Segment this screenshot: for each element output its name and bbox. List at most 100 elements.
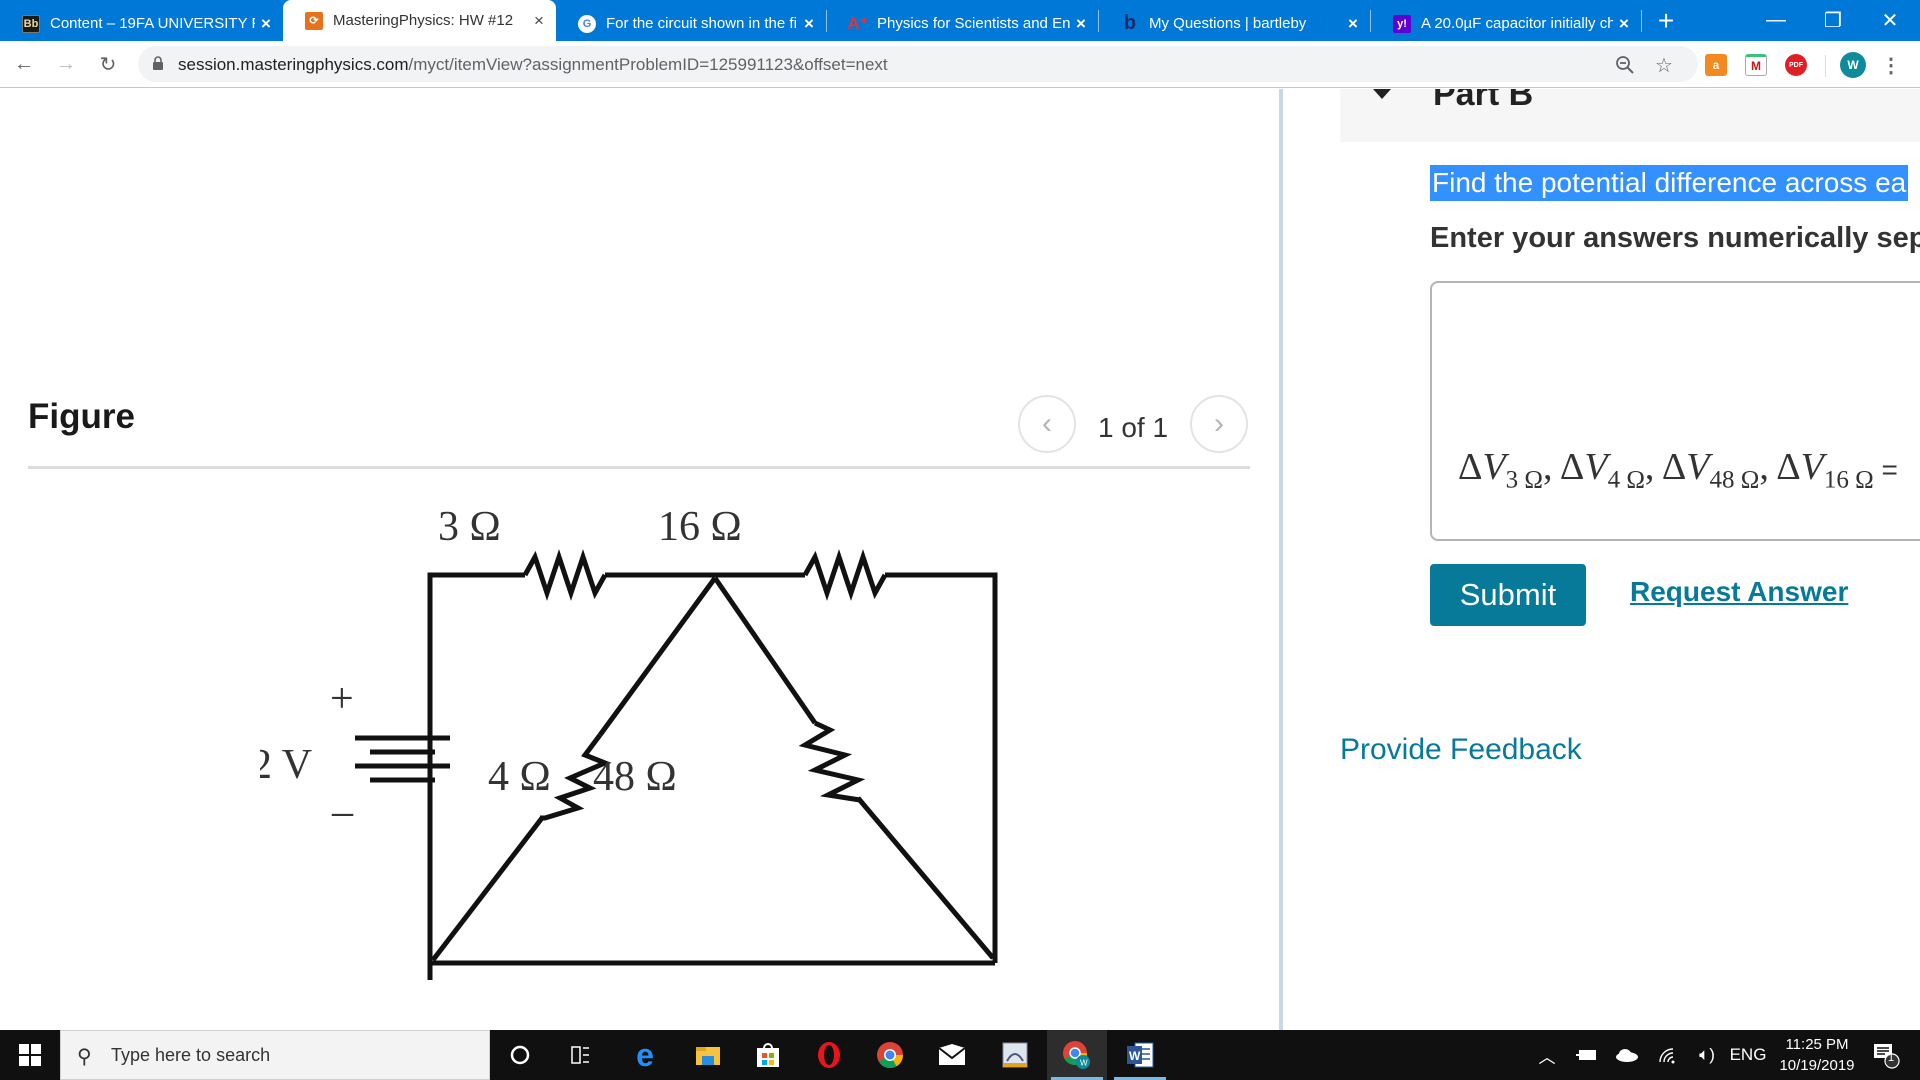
tab-google[interactable]: G For the circuit shown in the fi × [556,6,826,41]
bookmark-star-icon[interactable]: ☆ [1653,54,1675,77]
reload-button[interactable]: ↻ [94,50,122,78]
close-window-button[interactable]: ✕ [1862,0,1918,41]
mail-icon[interactable] [922,1030,982,1080]
lock-icon [153,56,163,70]
provide-feedback-link[interactable]: Provide Feedback [1340,733,1582,767]
address-bar[interactable]: session.masteringphysics.com/myct/itemVi… [138,46,1698,82]
tab-title: MasteringPhysics: HW #12 [333,12,514,29]
figure-pager-count: 1 of 1 [1098,412,1169,443]
figure-title: Figure [28,397,135,436]
url-text[interactable]: session.masteringphysics.com/myct/itemVi… [178,55,888,75]
chevron-left-icon: ‹ [1042,407,1052,440]
search-placeholder: Type here to search [111,1045,271,1065]
resistor-3-ohm [522,549,608,601]
request-answer-link[interactable]: Request Answer [1630,576,1848,608]
zoom-out-icon[interactable] [1614,54,1636,76]
close-tab-icon[interactable]: × [528,11,550,31]
show-hidden-icons-chevron[interactable]: ︿ [1532,1030,1562,1080]
restore-button[interactable]: ❐ [1805,0,1861,41]
search-icon: ⚲ [77,1046,92,1068]
close-tab-icon[interactable]: × [1342,14,1364,34]
separator: , [1543,446,1560,488]
part-b-header[interactable] [1340,89,1920,142]
browser-toolbar: ← → ↻ session.masteringphysics.com/myct/… [0,41,1920,88]
wire-top-right [885,572,998,963]
new-tab-button[interactable]: + [1641,0,1691,41]
tab-title: Physics for Scientists and Eng [877,15,1070,32]
tab-bartleby[interactable]: b My Questions | bartleby × [1099,6,1370,41]
delta-symbol: Δ [1559,446,1585,488]
notification-count: 1 [1888,1052,1895,1064]
variable-v: V [1584,446,1608,488]
file-explorer-icon[interactable] [678,1030,738,1080]
subscript-3-ohm: 3 Ω [1505,466,1543,494]
battery-label: 12 V [260,742,312,788]
volume-icon[interactable]: 🔈︎) [1690,1030,1724,1080]
forward-button[interactable]: → [52,50,80,78]
battery-plus-sign: + [330,676,354,722]
variable-v: V [1482,446,1506,488]
tab-yahoo-answers[interactable]: y! A 20.0µF capacitor initially ch × [1371,6,1641,41]
menu-kebab-icon[interactable]: ⋮ [1880,54,1902,77]
action-center-button[interactable]: 1 [1866,1030,1906,1080]
instructions-text: Enter your answers numerically sep [1430,222,1920,254]
delta-symbol: Δ [1458,446,1483,488]
onedrive-icon[interactable] [1612,1030,1642,1080]
pdf-icon[interactable]: PDF [1785,54,1807,76]
shopping-bag-icon[interactable]: a [1705,54,1727,76]
task-view-icon[interactable] [550,1030,610,1080]
minimize-button[interactable]: — [1748,0,1804,41]
resistor-label-3: 3 Ω [438,504,501,550]
start-button[interactable] [0,1030,60,1080]
close-tab-icon[interactable]: × [1613,14,1635,34]
answer-input[interactable]: ΔV3 Ω, ΔV4 Ω, ΔV48 Ω, ΔV16 Ω = [1430,281,1920,541]
mcafee-icon[interactable]: M [1745,54,1767,76]
next-figure-button[interactable]: › [1190,395,1248,453]
system-clock[interactable]: 11:25 PM 10/19/2019 [1762,1034,1872,1076]
wifi-icon[interactable] [1652,1030,1682,1080]
tab-blackboard[interactable]: Bb Content – 19FA UNIVERSITY P × [0,6,283,41]
masteringphysics-icon: ⟳ [305,11,323,30]
cortana-icon[interactable] [490,1030,550,1080]
back-button[interactable]: ← [10,50,38,78]
close-tab-icon[interactable]: × [255,14,277,34]
aplus-icon: A⁺ [847,13,869,33]
windows-taskbar: ⚲ Type here to search e W W ︿ 🔈︎) ENG 11… [0,1030,1920,1080]
resistor-label-4: 4 Ω [488,754,551,800]
profile-avatar[interactable]: W [1840,52,1866,78]
resistor-label-16: 16 Ω [658,504,742,550]
battery-minus-sign: – [331,789,354,835]
word-icon[interactable]: W [1110,1030,1170,1080]
close-tab-icon[interactable]: × [1070,14,1092,34]
close-tab-icon[interactable]: × [798,14,820,34]
svg-text:W: W [1080,1059,1088,1068]
battery-icon[interactable] [1572,1030,1602,1080]
app-icon[interactable] [985,1030,1045,1080]
subscript-48-ohm: 48 Ω [1709,466,1760,494]
store-icon[interactable] [738,1030,798,1080]
tab-physics-textbook[interactable]: A⁺ Physics for Scientists and Eng × [827,6,1098,41]
language-indicator[interactable]: ENG [1730,1030,1767,1080]
google-icon: G [578,14,596,33]
tab-title: Content – 19FA UNIVERSITY P [50,15,255,32]
subscript-4-ohm: 4 Ω [1607,466,1645,494]
wire-left-diagonal-lower [431,816,544,962]
subscript-16-ohm: 16 Ω [1823,466,1874,494]
taskbar-search-input[interactable]: ⚲ Type here to search [60,1030,490,1080]
question-text: Find the potential difference across ea [1430,165,1909,201]
notification-icon [1874,1044,1900,1069]
wire-right-diagonal-lower [856,796,995,960]
url-host: session.masteringphysics.com [178,55,409,74]
svg-text:W: W [1129,1049,1141,1063]
tab-masteringphysics[interactable]: ⟳ MasteringPhysics: HW #12 × [283,0,556,41]
tab-title: A 20.0µF capacitor initially ch [1421,15,1613,32]
resistor-16-ohm [802,549,888,601]
caret-down-icon[interactable] [1373,89,1391,99]
opera-icon[interactable] [799,1030,859,1080]
edge-icon[interactable]: e [615,1030,675,1080]
previous-figure-button[interactable]: ‹ [1018,395,1076,453]
submit-button[interactable]: Submit [1430,564,1586,626]
chrome-profile-icon[interactable]: W [1047,1030,1107,1080]
chrome-icon[interactable] [860,1030,920,1080]
variable-v: V [1686,446,1710,488]
